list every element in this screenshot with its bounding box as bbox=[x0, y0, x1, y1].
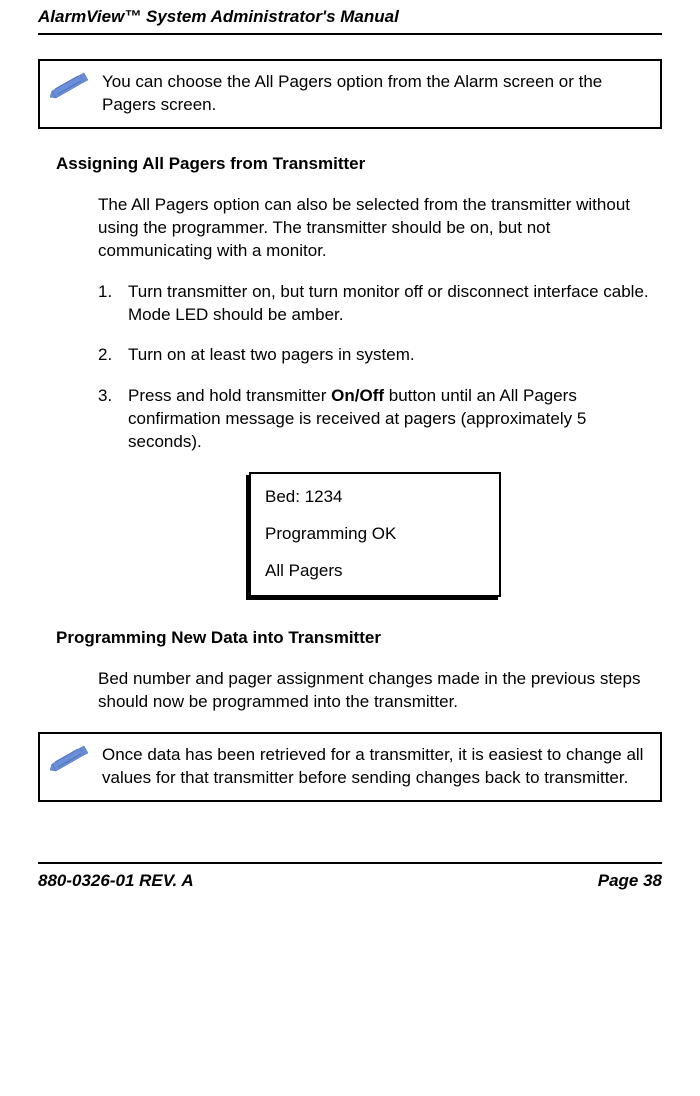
section2-intro: Bed number and pager assignment changes … bbox=[98, 668, 652, 714]
step-text-before: Press and hold transmitter bbox=[128, 386, 331, 405]
display-line-2: Programming OK bbox=[265, 523, 485, 546]
step-number: 2. bbox=[98, 344, 128, 367]
note-box-1: You can choose the All Pagers option fro… bbox=[38, 59, 662, 129]
note-box-2: Once data has been retrieved for a trans… bbox=[38, 732, 662, 802]
section-heading-assigning: Assigning All Pagers from Transmitter bbox=[56, 153, 662, 176]
page-footer: 880-0326-01 REV. A Page 38 bbox=[38, 862, 662, 893]
display-line-3: All Pagers bbox=[265, 560, 485, 583]
note-text-1: You can choose the All Pagers option fro… bbox=[102, 71, 648, 117]
step-number: 1. bbox=[98, 281, 128, 327]
section1-intro: The All Pagers option can also be select… bbox=[98, 194, 652, 263]
page-header: AlarmView™ System Administrator's Manual bbox=[38, 0, 662, 35]
step-text: Turn on at least two pagers in system. bbox=[128, 344, 652, 367]
step-item: 2. Turn on at least two pagers in system… bbox=[98, 344, 652, 367]
pencil-note-icon bbox=[50, 744, 94, 779]
section-heading-programming: Programming New Data into Transmitter bbox=[56, 627, 662, 650]
step-item: 3. Press and hold transmitter On/Off but… bbox=[98, 385, 652, 454]
footer-doc-number: 880-0326-01 REV. A bbox=[38, 870, 194, 893]
display-line-1: Bed: 1234 bbox=[265, 486, 485, 509]
pager-display-box: Bed: 1234 Programming OK All Pagers bbox=[249, 472, 501, 597]
on-off-label: On/Off bbox=[331, 386, 384, 405]
step-text: Press and hold transmitter On/Off button… bbox=[128, 385, 652, 454]
footer-page-number: Page 38 bbox=[598, 870, 662, 893]
note-text-2: Once data has been retrieved for a trans… bbox=[102, 744, 648, 790]
pencil-note-icon bbox=[50, 71, 94, 106]
step-number: 3. bbox=[98, 385, 128, 454]
steps-list: 1. Turn transmitter on, but turn monitor… bbox=[98, 281, 652, 455]
step-item: 1. Turn transmitter on, but turn monitor… bbox=[98, 281, 652, 327]
step-text: Turn transmitter on, but turn monitor of… bbox=[128, 281, 652, 327]
